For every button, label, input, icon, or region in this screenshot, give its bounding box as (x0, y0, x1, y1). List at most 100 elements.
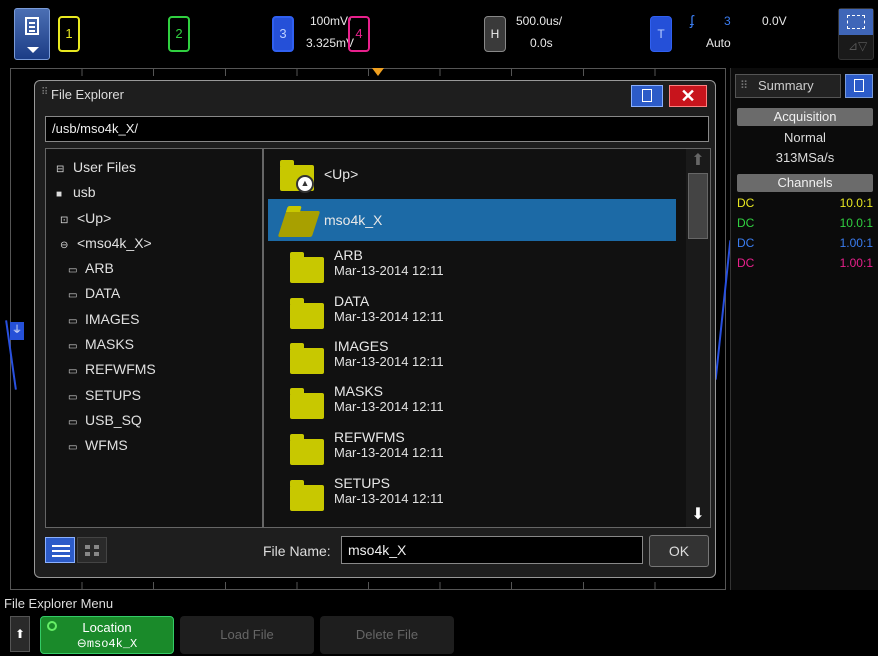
channel-coupling: DC (737, 256, 755, 270)
tree-item-arb[interactable]: ▭ ARB (68, 260, 114, 276)
folder-tree[interactable]: ⊟ User Files ■ usb ⊡ <Up> ⊖ <mso4k_X> ▭ ARB ▭… (45, 148, 263, 528)
tree-item-usb-sq[interactable]: ▭ USB_SQ (68, 412, 142, 428)
file-list[interactable]: ▲ <Up> mso4k_X ARB Mar-13-2014 12:11 DAT… (263, 148, 711, 528)
list-item-name: SETUPS (334, 475, 391, 491)
channel-2-button[interactable]: 2 (168, 16, 190, 52)
main-menu-button[interactable] (14, 8, 50, 60)
grid-view-icon-cell (94, 545, 99, 549)
dialog-menu-button[interactable] (631, 85, 663, 107)
grid-ticks-top (10, 68, 726, 76)
trigger-button[interactable]: T (650, 16, 672, 52)
folder-icon: ▭ (68, 366, 78, 377)
rising-edge-icon: ʄ (690, 12, 694, 28)
time-delay: 0.0s (530, 36, 553, 50)
trigger-position-marker (372, 68, 384, 76)
channel-1-button[interactable]: 1 (58, 16, 80, 52)
tree-item-label: <mso4k_X> (77, 235, 152, 251)
channel-3-button[interactable]: 3 (272, 16, 294, 52)
scroll-down-icon[interactable]: ⬇ (688, 505, 708, 525)
list-item-date: Mar-13-2014 12:11 (334, 263, 444, 278)
load-file-softkey[interactable]: Load File (180, 616, 314, 654)
file-name-label: File Name: (263, 543, 331, 559)
list-item[interactable]: SETUPS Mar-13-2014 12:11 (268, 473, 676, 515)
list-view-icon-line (52, 550, 70, 552)
delete-file-softkey[interactable]: Delete File (320, 616, 454, 654)
tree-item-data[interactable]: ▭ DATA (68, 285, 120, 301)
list-view-icon-line (52, 555, 70, 557)
probe-ratio: 10.0:1 (839, 196, 873, 210)
folder-open-icon: ⊖ (60, 240, 69, 251)
tree-item-label: DATA (85, 285, 121, 301)
list-item-selected[interactable]: mso4k_X (268, 199, 676, 241)
softkey-label: Location (82, 620, 132, 635)
trigger-source: 3 (724, 14, 731, 28)
list-item[interactable]: ARB Mar-13-2014 12:11 (268, 245, 676, 287)
tree-item-mso4k-x[interactable]: ⊖ <mso4k_X> (60, 235, 152, 251)
close-icon: ✕ (680, 86, 696, 106)
channel-4-button[interactable]: 4 (348, 16, 370, 52)
top-status-bar: 1 2 3 100mV/ 3.325mV 4 H 500.0us/ 0.0s T… (0, 0, 878, 68)
horizontal-button[interactable]: H (484, 16, 506, 52)
zoom-button[interactable]: ⊿▽ (838, 8, 874, 60)
back-button[interactable]: ⬆ (10, 616, 30, 652)
file-name-input[interactable]: mso4k_X (341, 536, 643, 564)
summary-menu-button[interactable] (845, 74, 873, 98)
list-item-name: mso4k_X (324, 212, 383, 228)
folder-icon (290, 343, 324, 374)
list-item[interactable]: DATA Mar-13-2014 12:11 (268, 291, 676, 333)
delta-icon: ⊿▽ (848, 39, 868, 53)
list-item[interactable]: REFWFMS Mar-13-2014 12:11 (268, 427, 676, 469)
grid-view-icon-cell (94, 552, 99, 556)
menu-title: File Explorer Menu (4, 596, 114, 611)
close-button[interactable]: ✕ (669, 85, 707, 107)
folder-icon: ▭ (68, 417, 78, 428)
summary-panel: Summary Acquisition Normal 313MSa/s Chan… (730, 68, 878, 590)
tree-item-user-files[interactable]: ⊟ User Files (56, 159, 136, 175)
sample-rate: 313MSa/s (775, 150, 835, 165)
tree-item-refwfms[interactable]: ▭ REFWFMS (68, 361, 156, 377)
acquisition-header: Acquisition (737, 108, 873, 126)
list-view-button[interactable] (45, 537, 75, 563)
location-softkey[interactable]: Location ⊖mso4k_X (40, 616, 174, 654)
folder-icon: ▭ (68, 392, 78, 403)
folder-icon: ▭ (68, 316, 78, 327)
summary-tab[interactable]: Summary (735, 74, 841, 98)
channel-3-scale: 100mV/ (310, 14, 352, 28)
tree-item-label: IMAGES (85, 311, 140, 327)
acquisition-mode: Normal (784, 130, 826, 145)
up-arrow-icon: ▲ (296, 175, 314, 193)
tree-item-up[interactable]: ⊡ <Up> (60, 210, 111, 226)
scrollbar-thumb[interactable] (688, 173, 708, 239)
folder-icon (290, 388, 324, 419)
list-item-date: Mar-13-2014 12:11 (334, 445, 444, 460)
list-item[interactable]: IMAGES Mar-13-2014 12:11 (268, 336, 676, 378)
folder-icon (290, 252, 324, 283)
tree-item-label: usb (73, 184, 96, 200)
path-field[interactable]: /usb/mso4k_X/ (45, 116, 709, 142)
scroll-up-icon[interactable]: ⬆ (688, 151, 708, 171)
list-item[interactable]: MASKS Mar-13-2014 12:11 (268, 381, 676, 423)
tree-item-label: REFWFMS (85, 361, 156, 377)
tree-item-masks[interactable]: ▭ MASKS (68, 336, 134, 352)
channel-3-offset: 3.325mV (306, 36, 355, 50)
tree-item-wfms[interactable]: ▭ WFMS (68, 437, 128, 453)
tree-item-usb[interactable]: ■ usb (56, 184, 96, 200)
ok-button[interactable]: OK (649, 535, 709, 567)
folder-icon: ▭ (68, 341, 78, 352)
list-item-date: Mar-13-2014 12:11 (334, 491, 444, 506)
scrollbar[interactable]: ⬆ ⬇ (686, 149, 710, 527)
list-item-up[interactable]: ▲ <Up> (268, 153, 676, 195)
ground-marker-icon[interactable]: ⏚ (10, 322, 24, 340)
list-item-name: IMAGES (334, 338, 389, 354)
tree-item-setups[interactable]: ▭ SETUPS (68, 387, 141, 403)
list-view-icon (52, 545, 70, 547)
tree-item-label: ARB (85, 260, 114, 276)
folder-icon: ▭ (68, 265, 78, 276)
probe-ratio: 1.00:1 (839, 236, 873, 250)
icon-view-button[interactable] (77, 537, 107, 563)
document-icon (642, 89, 652, 102)
trigger-mode: Auto (706, 36, 731, 50)
dropdown-arrow-icon (27, 47, 39, 53)
tree-item-images[interactable]: ▭ IMAGES (68, 311, 139, 327)
folder-open-icon (277, 211, 321, 237)
